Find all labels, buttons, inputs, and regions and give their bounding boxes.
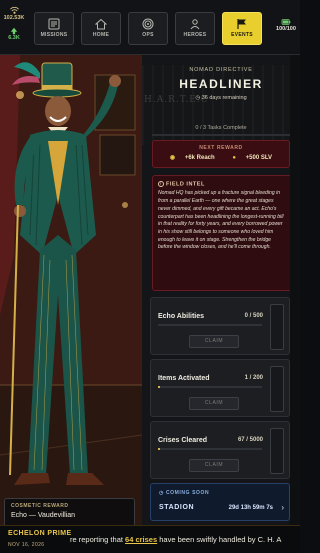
progress-title: Crises Cleared <box>158 437 208 444</box>
reward-reach: ◉ +6k Reach <box>166 155 219 161</box>
event-panel: H.A.R.T.E.C NOMAD DIRECTIVE HEADLINER ◷ … <box>142 55 300 525</box>
tab-heroes[interactable]: HEROES <box>175 12 215 45</box>
tab-label: HOME <box>92 32 110 38</box>
signal-icon: ◉ <box>169 155 177 161</box>
field-intel-card: ! FIELD INTEL Nomad HQ has picked up a fr… <box>152 175 292 291</box>
top-bar: 102.53K 6.3K MISSIONS HOME OPS HEROES EV… <box>0 0 300 55</box>
home-icon <box>95 18 107 30</box>
reward-reach-text: +6k Reach <box>184 155 215 161</box>
clock-icon: ◷ <box>159 490 166 496</box>
progress-card-items-activated: Items Activated 1 / 200 CLAIM <box>150 359 290 417</box>
progress-bar <box>158 386 262 388</box>
list-icon <box>48 18 60 30</box>
battery-icon <box>281 19 291 25</box>
chevron-right-icon: › <box>281 503 284 512</box>
currency-stat: 102.53K 6.3K <box>3 6 25 41</box>
tab-label: HEROES <box>183 32 207 38</box>
upgrade-arrow-icon <box>10 27 18 35</box>
event-title: HEADLINER <box>179 77 263 91</box>
coming-soon-label-text: COMING SOON <box>165 490 210 496</box>
currency-value: 102.53K <box>3 15 25 21</box>
claim-button[interactable]: CLAIM <box>189 459 239 472</box>
energy-stat: 100/100 <box>274 18 298 32</box>
ticker-date: NOV 16, 2026 <box>8 542 45 548</box>
progress-value: 1 / 200 <box>244 375 263 381</box>
coming-soon-timer: 29d 13h 59m 7s <box>228 505 273 511</box>
hero-illustration: COSMETIC REWARD Echo — Vaudevillian <box>0 55 142 525</box>
cosmetic-reward-name: Echo — Vaudevillian <box>11 512 76 519</box>
claim-button[interactable]: CLAIM <box>189 397 239 410</box>
vaudevillian-hero-art <box>0 55 142 525</box>
tab-home[interactable]: HOME <box>81 12 121 45</box>
ticker-highlight: 64 crises <box>125 535 158 544</box>
cosmetic-reward-label: COSMETIC REWARD <box>11 503 69 509</box>
ticker-suffix: have been swiftly handled by C. H. A <box>157 535 282 544</box>
tab-label: EVENTS <box>231 32 253 38</box>
side-rail <box>290 55 300 525</box>
days-remaining-text: 36 days remaining <box>201 95 247 101</box>
energy-value: 100/100 <box>276 26 296 32</box>
ticker-org: ECHELON PRIME <box>8 530 72 537</box>
info-icon: ! <box>158 181 164 187</box>
coming-soon-label: ◷ COMING SOON <box>159 490 209 496</box>
heroes-icon <box>190 19 200 30</box>
progress-value: 67 / 5000 <box>237 437 263 443</box>
news-ticker: ECHELON PRIME NOV 16, 2026 re reporting … <box>0 525 300 553</box>
progress-bar <box>158 448 262 450</box>
coming-soon-card[interactable]: ◷ COMING SOON STADION 29d 13h 59m 7s › <box>150 483 290 521</box>
field-intel-label: FIELD INTEL <box>166 181 205 188</box>
reward-slot <box>270 428 284 474</box>
progress-card-crises-cleared: Crises Cleared 67 / 5000 CLAIM <box>150 421 290 479</box>
reward-slot <box>270 366 284 412</box>
tab-label: OPS <box>142 32 154 38</box>
next-reward-label: NEXT REWARD <box>199 145 243 151</box>
coming-soon-name: STADION <box>159 504 195 511</box>
target-icon <box>142 18 154 30</box>
tasks-complete: 0 / 3 Tasks Complete <box>195 125 247 131</box>
claim-button[interactable]: CLAIM <box>189 335 239 348</box>
secondary-value: 6.3K <box>8 35 20 41</box>
cosmetic-reward-card[interactable]: COSMETIC REWARD Echo — Vaudevillian <box>4 498 135 525</box>
progress-title: Echo Abilities <box>158 313 205 320</box>
wifi-signal-icon <box>9 6 19 14</box>
field-intel-text: Nomad HQ has picked up a fracture signal… <box>158 190 284 251</box>
flag-icon <box>237 19 246 29</box>
next-reward-card: NEXT REWARD ◉ +6k Reach ● +500 SLV <box>152 140 290 168</box>
tasks-progress-bar <box>152 134 290 136</box>
progress-title: Items Activated <box>158 375 210 382</box>
progress-card-echo-abilities: Echo Abilities 0 / 500 CLAIM <box>150 297 290 355</box>
ticker-message: re reporting that 64 crises have been sw… <box>70 535 281 544</box>
tab-events[interactable]: EVENTS <box>222 12 262 45</box>
tab-label: MISSIONS <box>40 32 68 38</box>
coin-icon: ● <box>232 155 238 161</box>
ticker-prefix: re reporting that <box>70 535 126 544</box>
tab-ops[interactable]: OPS <box>128 12 168 45</box>
reward-silver-text: +500 SLV <box>245 155 273 161</box>
days-remaining: ◷ 36 days remaining <box>142 95 300 101</box>
reward-slot <box>270 304 284 350</box>
reward-silver: ● +500 SLV <box>228 155 276 161</box>
directive-subtitle: NOMAD DIRECTIVE <box>189 67 253 73</box>
progress-bar <box>158 324 262 326</box>
tab-missions[interactable]: MISSIONS <box>34 12 74 45</box>
progress-value: 0 / 500 <box>244 313 263 319</box>
